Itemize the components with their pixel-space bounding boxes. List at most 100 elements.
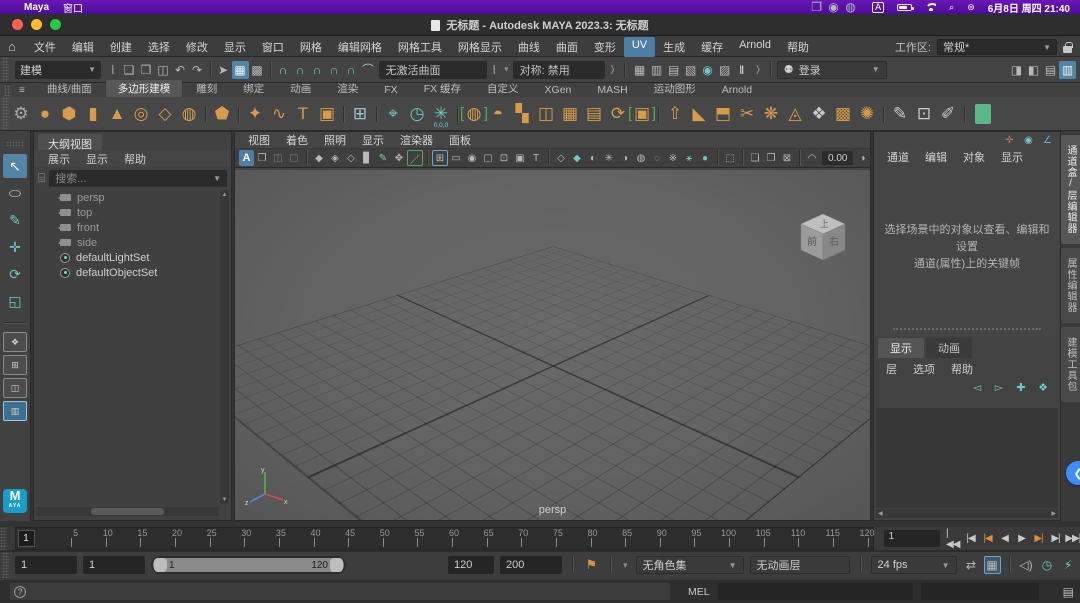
- grease-pencil-icon[interactable]: ✎: [375, 150, 391, 166]
- render-current-frame-icon[interactable]: ▥: [648, 61, 665, 79]
- script-editor-icon[interactable]: ▤: [1063, 585, 1074, 599]
- shelf-tab-arnold[interactable]: Arnold: [710, 83, 764, 97]
- svg-tool-icon[interactable]: ▣: [315, 101, 339, 127]
- speed-display-icon[interactable]: ◉: [1022, 134, 1035, 146]
- scroll-left-arrow[interactable]: ◀: [876, 510, 885, 517]
- help-icon[interactable]: ?: [14, 585, 26, 598]
- zero-transform-icon[interactable]: ✳ 0,0,0: [429, 101, 453, 129]
- workspace-select[interactable]: 常规* ▼: [937, 39, 1057, 55]
- combine-icon[interactable]: ◍: [460, 101, 488, 127]
- create-bookmark-icon[interactable]: ⚑: [583, 556, 600, 574]
- shelf-tab-fx[interactable]: FX: [372, 83, 409, 97]
- step-forward-frame-button[interactable]: ▶|: [1049, 530, 1063, 548]
- menu-[interactable]: 编辑网格: [330, 37, 390, 57]
- outliner-menu-[interactable]: 显示: [80, 151, 114, 167]
- play-forwards-button[interactable]: ▶: [1015, 530, 1029, 548]
- gamma-icon[interactable]: ◗: [855, 150, 871, 166]
- range-slider-grip[interactable]: [2, 552, 9, 578]
- polygon-plane-icon[interactable]: ◇: [153, 101, 177, 127]
- select-by-component-icon[interactable]: ▩: [249, 61, 266, 79]
- snap-to-curve-icon[interactable]: ∩: [292, 61, 309, 79]
- mel-language-toggle[interactable]: MEL: [688, 586, 710, 598]
- perspective-viewport[interactable]: 视图 着色 照明 显示 渲染器 面板 A ❐ ◫ ▢ ◆ ◈ ◇ ▊ ✎ ✥ ／ ⊞ ▭ ◉ ▢ ⊡ ▣ T ◇ ◆ ◐ ✳ ◑ ◍ ◌ ※…: [234, 131, 900, 521]
- reduce-icon[interactable]: ▤: [582, 101, 606, 127]
- symmetry-dropdown-arrow[interactable]: ▾: [504, 64, 509, 75]
- playback-end-field[interactable]: 120: [448, 556, 494, 574]
- save-scene-icon[interactable]: ◫: [155, 61, 172, 79]
- use-all-lights-icon[interactable]: ✳: [601, 150, 617, 166]
- layout-outliner-persp-button[interactable]: ▥: [3, 401, 27, 421]
- channel-box-menu-[interactable]: 通道: [880, 149, 916, 165]
- rotate-tool[interactable]: ⟳: [3, 262, 27, 286]
- spotlight-search-icon[interactable]: ⌕: [949, 2, 954, 13]
- timeline-tick-95[interactable]: 95: [661, 528, 701, 549]
- menu-[interactable]: 帮助: [779, 37, 817, 57]
- outliner-item-persp[interactable]: persp: [36, 190, 219, 205]
- multi-cut-preview-icon[interactable]: ✂: [735, 101, 759, 127]
- macos-app-menu[interactable]: Maya: [24, 2, 49, 13]
- layout-saved-icon[interactable]: ◫: [270, 150, 286, 166]
- polygon-torus-icon[interactable]: ◎: [129, 101, 153, 127]
- channel-box-menu-[interactable]: 显示: [994, 149, 1030, 165]
- timeline-tick-45[interactable]: 45: [315, 528, 355, 549]
- menu-set-select[interactable]: 建模 ▼: [15, 60, 101, 79]
- paint-select-tool[interactable]: ✎: [3, 208, 27, 232]
- modeling-toolkit-toggle[interactable]: ▥: [1059, 60, 1076, 79]
- timeline-tick-110[interactable]: 110: [765, 528, 805, 549]
- camera-bookmark-icon[interactable]: ◈: [327, 150, 343, 166]
- select-tool[interactable]: ↖: [3, 154, 27, 178]
- shelf-tab-[interactable]: 曲线/曲面: [35, 80, 104, 97]
- fill-hole-icon[interactable]: ▦: [558, 101, 582, 127]
- super-shape-icon[interactable]: ✦: [243, 101, 267, 127]
- render-settings-icon[interactable]: ▧: [682, 61, 699, 79]
- timeline-tick-40[interactable]: 40: [280, 528, 321, 549]
- outliner-item-defaultObjectSet[interactable]: defaultObjectSet: [36, 265, 219, 280]
- viewport-menu-[interactable]: 视图: [241, 132, 277, 148]
- animation-layer-select[interactable]: 无动画层: [749, 556, 850, 574]
- layer-editor-scrollbar[interactable]: ◀ ▶: [876, 509, 1058, 518]
- timeline-tick-20[interactable]: 20: [141, 528, 182, 549]
- menu-[interactable]: 创建: [102, 37, 140, 57]
- character-set-arrow[interactable]: ▾: [623, 560, 628, 571]
- new-layer-with-selected-icon[interactable]: ✚: [1014, 381, 1028, 394]
- exposure-field[interactable]: 0.00: [822, 151, 854, 165]
- grid-toggle-icon[interactable]: ⊞: [432, 150, 448, 166]
- timeline-tick-70[interactable]: 70: [488, 528, 528, 549]
- film-gate-icon[interactable]: ▭: [448, 150, 464, 166]
- menu-[interactable]: 曲线: [510, 37, 548, 57]
- manipulator-display-icon[interactable]: ✛: [1003, 134, 1016, 146]
- extrude-icon[interactable]: ⇧: [663, 101, 687, 127]
- shelf-tab-fx[interactable]: FX 缓存: [412, 80, 473, 97]
- viewport-menu-[interactable]: 显示: [355, 132, 391, 148]
- gate-mask-icon[interactable]: ▢: [480, 150, 496, 166]
- platonic-solid-icon[interactable]: ⬟: [210, 101, 234, 127]
- home-icon[interactable]: ⌂: [8, 39, 16, 54]
- polygon-type-icon[interactable]: T: [291, 101, 315, 127]
- evaluation-mode-icon[interactable]: ⚡: [1060, 556, 1077, 574]
- shelf-grip[interactable]: [4, 85, 11, 97]
- command-input-field[interactable]: [717, 583, 913, 600]
- timeline-tick-60[interactable]: 60: [418, 528, 459, 549]
- timeline-tick-15[interactable]: 15: [107, 528, 147, 549]
- timeline-tick-65[interactable]: 65: [453, 528, 494, 549]
- field-chart-icon[interactable]: ⊡: [496, 150, 512, 166]
- sidebar-tab-[interactable]: 通道盒/层编辑器: [1061, 135, 1080, 244]
- shaded-icon[interactable]: ◆: [569, 150, 585, 166]
- current-frame-indicator[interactable]: 1: [17, 530, 35, 547]
- pan-zoom-icon[interactable]: ✥: [391, 150, 407, 166]
- shelf-menu-icon[interactable]: ≡: [19, 85, 25, 96]
- menu-[interactable]: 编辑: [64, 37, 102, 57]
- lasso-select-tool[interactable]: ⬭: [3, 181, 27, 205]
- select-by-object-icon[interactable]: ▦: [231, 60, 249, 79]
- viewport-menu-[interactable]: 渲染器: [393, 132, 440, 148]
- status-line-grip[interactable]: [2, 57, 9, 82]
- tool-settings-toggle[interactable]: ◧: [1025, 61, 1042, 79]
- scale-tool[interactable]: ◱: [3, 289, 27, 313]
- extract-icon[interactable]: ▚: [510, 101, 534, 127]
- lights-icon[interactable]: ⚹: [681, 150, 697, 166]
- panel-splitter[interactable]: [892, 328, 1042, 330]
- xray-icon[interactable]: ⊠: [779, 150, 795, 166]
- sphere-projection-icon[interactable]: ✺: [855, 101, 879, 127]
- circularize-icon[interactable]: ❋: [759, 101, 783, 127]
- layout-single-pane-button[interactable]: ❖: [3, 332, 27, 352]
